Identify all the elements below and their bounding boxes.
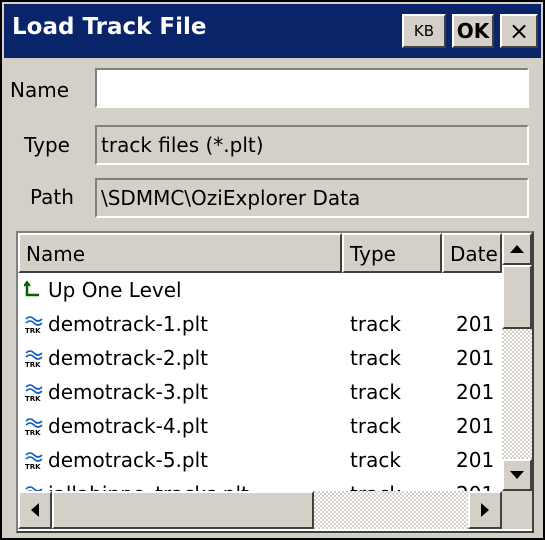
file-date: 201 bbox=[456, 448, 495, 472]
svg-text:TRK: TRK bbox=[25, 395, 41, 402]
file-name: demotrack-1.plt bbox=[48, 312, 209, 336]
scrollbar-corner bbox=[502, 491, 532, 529]
arrow-left-icon bbox=[31, 503, 39, 517]
file-name: demotrack-4.plt bbox=[48, 414, 209, 438]
track-file-icon: TRK bbox=[25, 452, 43, 470]
file-name: demotrack-2.plt bbox=[48, 346, 209, 370]
scroll-left-button[interactable] bbox=[18, 491, 52, 529]
svg-text:TRK: TRK bbox=[25, 429, 41, 436]
file-date: 201 bbox=[456, 482, 494, 491]
file-type: track bbox=[350, 482, 401, 491]
arrow-right-icon bbox=[481, 503, 489, 517]
svg-text:TRK: TRK bbox=[25, 361, 41, 368]
track-file-icon: TRK bbox=[25, 418, 43, 436]
up-one-level-icon bbox=[24, 280, 39, 297]
list-item[interactable]: TRK demotrack-4.plt track 201 bbox=[18, 409, 502, 443]
vertical-scrollbar[interactable] bbox=[502, 233, 532, 491]
track-file-icon: TRK bbox=[25, 350, 43, 368]
list-header: Name Type Date bbox=[18, 233, 502, 273]
file-name: demotrack-5.plt bbox=[48, 448, 209, 472]
type-field: track files (*.plt) bbox=[95, 125, 529, 165]
svg-text:TRK: TRK bbox=[25, 327, 41, 334]
list-item[interactable]: TRK demotrack-1.plt track 201 bbox=[18, 307, 502, 341]
track-file-icon: TRK bbox=[25, 486, 43, 491]
track-file-icon: TRK bbox=[25, 316, 43, 334]
list-item[interactable]: TRK jallahinne_tracks.plt track 201 bbox=[18, 477, 502, 491]
column-header-name[interactable]: Name bbox=[18, 233, 342, 273]
name-label: Name bbox=[10, 78, 70, 102]
track-file-icon: TRK bbox=[25, 384, 43, 402]
file-type: track bbox=[350, 414, 401, 438]
scroll-down-button[interactable] bbox=[502, 459, 532, 491]
up-one-level-label: Up One Level bbox=[48, 278, 182, 302]
list-item[interactable]: TRK demotrack-5.plt track 201 bbox=[18, 443, 502, 477]
type-label: Type bbox=[24, 133, 70, 157]
file-list[interactable]: Name Type Date Up One Level TRK demotrac… bbox=[16, 231, 534, 533]
path-field: \SDMMC\OziExplorer Data bbox=[95, 178, 529, 218]
vertical-scroll-thumb[interactable] bbox=[502, 265, 532, 329]
column-header-date[interactable]: Date bbox=[442, 233, 502, 273]
file-type: track bbox=[350, 346, 401, 370]
file-date: 201 bbox=[456, 380, 495, 404]
window-title: Load Track File bbox=[12, 14, 207, 40]
file-type: track bbox=[350, 448, 401, 472]
path-label: Path bbox=[30, 185, 74, 209]
scroll-up-button[interactable] bbox=[502, 233, 532, 265]
scroll-right-button[interactable] bbox=[468, 491, 502, 529]
arrow-down-icon bbox=[510, 471, 524, 479]
svg-text:TRK: TRK bbox=[25, 463, 41, 470]
file-name: jallahinne_tracks.plt bbox=[48, 482, 249, 491]
file-date: 201 bbox=[456, 346, 495, 370]
list-rows: Up One Level TRK demotrack-1.plt track 2… bbox=[18, 273, 502, 491]
file-date: 201 bbox=[456, 312, 495, 336]
title-bar: Load Track File KB OK × bbox=[4, 4, 541, 58]
horizontal-scrollbar[interactable] bbox=[18, 491, 502, 529]
file-date: 201 bbox=[456, 414, 495, 438]
file-type: track bbox=[350, 312, 401, 336]
keyboard-button[interactable]: KB bbox=[402, 14, 446, 48]
file-type: track bbox=[350, 380, 401, 404]
up-one-level-item[interactable]: Up One Level bbox=[18, 273, 502, 307]
ok-button[interactable]: OK bbox=[452, 14, 494, 48]
list-item[interactable]: TRK demotrack-3.plt track 201 bbox=[18, 375, 502, 409]
name-input[interactable] bbox=[95, 68, 529, 108]
column-header-type[interactable]: Type bbox=[342, 233, 442, 273]
load-track-file-dialog: Load Track File KB OK × Name Type track … bbox=[0, 0, 545, 540]
horizontal-scroll-thumb[interactable] bbox=[52, 491, 314, 529]
file-name: demotrack-3.plt bbox=[48, 380, 209, 404]
arrow-up-icon bbox=[510, 245, 524, 253]
list-item[interactable]: TRK demotrack-2.plt track 201 bbox=[18, 341, 502, 375]
close-button[interactable]: × bbox=[500, 14, 538, 48]
